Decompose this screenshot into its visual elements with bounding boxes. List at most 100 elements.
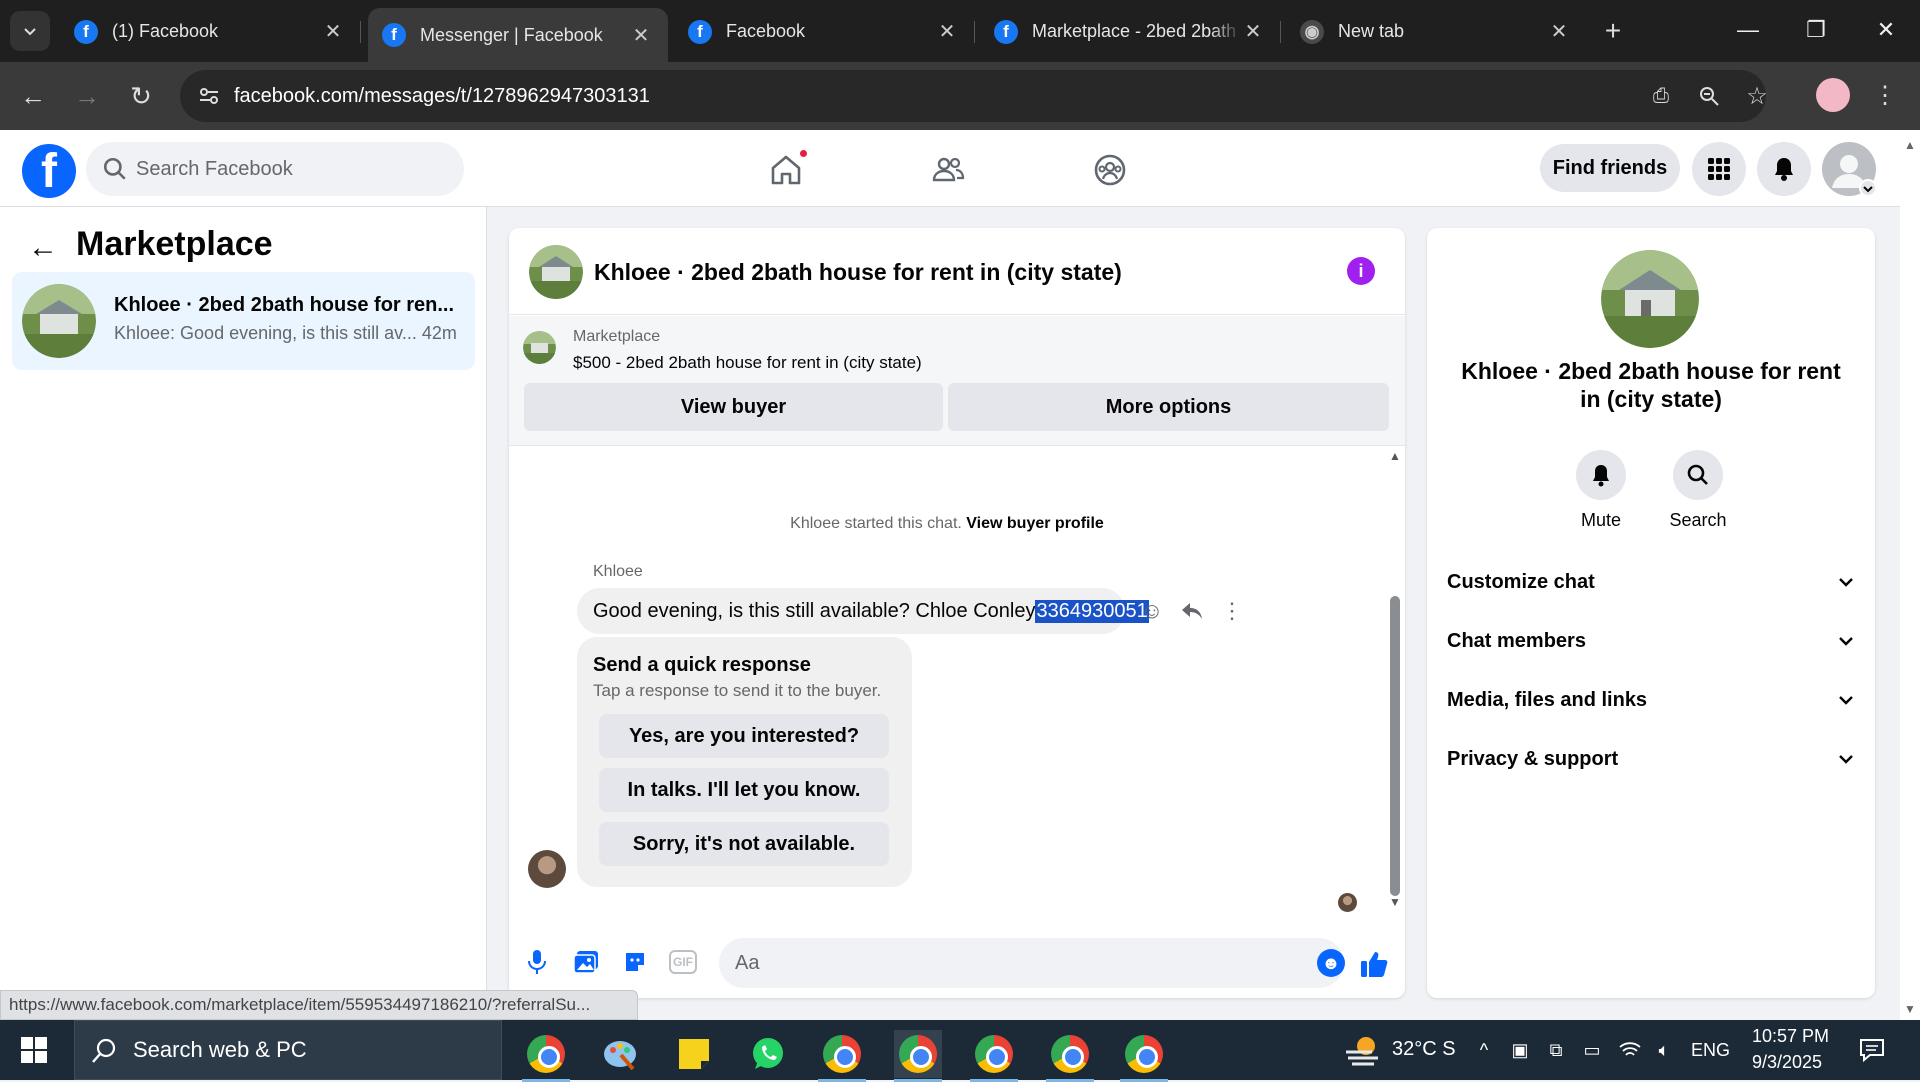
tab-separator xyxy=(360,21,361,43)
notification-center-icon[interactable] xyxy=(1858,1036,1886,1064)
microphone-icon[interactable] xyxy=(522,947,552,977)
more-actions-icon[interactable]: ⋮ xyxy=(1219,598,1245,624)
groups-icon[interactable] xyxy=(1088,148,1132,192)
browser-menu-icon[interactable]: ⋮ xyxy=(1870,80,1900,110)
back-button[interactable]: ← xyxy=(14,77,52,115)
sticker-icon[interactable] xyxy=(620,947,650,977)
taskbar-whatsapp-app[interactable] xyxy=(744,1030,792,1078)
browser-tab[interactable]: f Facebook ✕ xyxy=(674,9,975,54)
taskbar-paint-app[interactable] xyxy=(596,1030,644,1078)
facebook-search-input[interactable]: Search Facebook xyxy=(86,142,464,196)
taskbar-sticky-notes-app[interactable] xyxy=(670,1030,718,1078)
scroll-down-arrow-icon[interactable]: ▼ xyxy=(1904,1002,1916,1016)
facebook-logo[interactable]: f xyxy=(22,144,76,198)
chat-avatar[interactable] xyxy=(529,245,583,299)
message-bubble[interactable]: Good evening, is this still available? C… xyxy=(577,588,1149,634)
weather-icon[interactable] xyxy=(1344,1032,1384,1068)
gif-icon[interactable]: GIF xyxy=(669,950,697,974)
bookmark-star-icon[interactable]: ☆ xyxy=(1742,82,1772,110)
account-avatar[interactable] xyxy=(1822,142,1877,197)
close-icon[interactable]: ✕ xyxy=(936,21,958,43)
clock-date[interactable]: 9/3/2025 xyxy=(1752,1052,1822,1073)
chat-members-row[interactable]: Chat members xyxy=(1447,621,1857,661)
scroll-up-arrow-icon[interactable]: ▲ xyxy=(1904,138,1916,152)
browser-tab-strip: f (1) Facebook ✕ f Messenger | Facebook … xyxy=(0,0,1920,62)
reply-icon[interactable] xyxy=(1179,598,1205,624)
quick-response-button[interactable]: In talks. I'll let you know. xyxy=(599,768,889,812)
more-options-button[interactable]: More options xyxy=(948,383,1389,431)
info-icon[interactable]: i xyxy=(1347,257,1375,285)
close-icon[interactable]: ✕ xyxy=(322,21,344,43)
taskbar-chrome-profile-app[interactable] xyxy=(818,1030,866,1082)
react-emoji-icon[interactable]: ☺ xyxy=(1139,598,1165,624)
close-icon[interactable]: ✕ xyxy=(630,24,652,47)
input-language[interactable]: ENG xyxy=(1691,1040,1730,1061)
selected-phone-number[interactable]: 3364930051 xyxy=(1035,599,1149,623)
minimize-button[interactable]: — xyxy=(1728,10,1768,50)
photo-icon[interactable] xyxy=(571,947,601,977)
conversation-item[interactable]: Khloee · 2bed 2bath house for ren... Khl… xyxy=(12,272,475,370)
browser-tab[interactable]: f (1) Facebook ✕ xyxy=(60,9,361,54)
weather-temperature[interactable]: 32°C S xyxy=(1392,1038,1456,1061)
find-friends-button[interactable]: Find friends xyxy=(1540,144,1680,192)
quick-response-button[interactable]: Yes, are you interested? xyxy=(599,714,889,758)
privacy-support-row[interactable]: Privacy & support xyxy=(1447,739,1857,779)
volume-icon[interactable]: 🔈︎ xyxy=(1652,1038,1676,1062)
view-buyer-button[interactable]: View buyer xyxy=(524,383,943,431)
notifications-bell-icon[interactable] xyxy=(1757,142,1811,196)
page-scrollbar[interactable]: ▲ ▼ xyxy=(1900,130,1920,1020)
taskbar-chrome-profile-app[interactable] xyxy=(1046,1030,1094,1082)
new-tab-button[interactable]: + xyxy=(1598,15,1628,46)
close-window-button[interactable]: ✕ xyxy=(1866,10,1906,50)
address-bar[interactable]: facebook.com/messages/t/1278962947303131… xyxy=(180,70,1768,122)
zoom-icon[interactable] xyxy=(1694,82,1724,110)
customize-chat-row[interactable]: Customize chat xyxy=(1447,562,1857,602)
cast-icon[interactable]: ⧉ xyxy=(1544,1038,1568,1062)
meet-now-icon[interactable]: ▣ xyxy=(1508,1038,1532,1062)
tab-title: (1) Facebook xyxy=(112,21,219,41)
chevron-up-icon[interactable]: ^ xyxy=(1472,1038,1496,1062)
menu-grid-icon[interactable] xyxy=(1692,142,1746,196)
search-in-chat-button[interactable]: Search xyxy=(1668,450,1728,531)
tab-search-button[interactable] xyxy=(10,11,50,51)
chat-title[interactable]: Khloee · 2bed 2bath house for rent in (c… xyxy=(594,259,1122,286)
emoji-icon[interactable]: ☻ xyxy=(1317,949,1345,977)
scrollbar-thumb[interactable] xyxy=(1390,596,1400,896)
reload-button[interactable]: ↻ xyxy=(122,77,160,115)
forward-button[interactable]: → xyxy=(68,77,106,115)
scroll-down-arrow-icon[interactable]: ▼ xyxy=(1389,895,1401,909)
chat-info-avatar[interactable] xyxy=(1601,250,1699,348)
mute-button[interactable]: Mute xyxy=(1571,450,1631,531)
browser-tab[interactable]: ◉ New tab ✕ xyxy=(1286,9,1586,54)
close-icon[interactable]: ✕ xyxy=(1548,21,1570,43)
media-files-links-row[interactable]: Media, files and links xyxy=(1447,680,1857,720)
site-info-icon[interactable] xyxy=(196,83,222,109)
friends-icon[interactable] xyxy=(926,148,970,192)
windows-start-icon[interactable] xyxy=(20,1036,48,1064)
message-input[interactable]: Aa ☻ xyxy=(719,938,1345,988)
restore-button[interactable]: ❐ xyxy=(1796,10,1836,50)
browser-tab-active[interactable]: f Messenger | Facebook ✕ xyxy=(368,8,668,62)
taskbar-chrome-profile-app[interactable] xyxy=(1120,1030,1168,1082)
battery-icon[interactable]: ▭ xyxy=(1580,1038,1604,1062)
view-buyer-profile-link[interactable]: View buyer profile xyxy=(966,515,1104,532)
wifi-icon[interactable] xyxy=(1618,1038,1642,1062)
quick-response-button[interactable]: Sorry, it's not available. xyxy=(599,822,889,866)
listing-price-title[interactable]: $500 - 2bed 2bath house for rent in (cit… xyxy=(573,353,922,373)
taskbar-chrome-profile-app-active[interactable] xyxy=(894,1030,942,1082)
chrome-icon xyxy=(1125,1035,1163,1073)
taskbar-search-box[interactable]: Search web & PC xyxy=(74,1020,502,1080)
close-icon[interactable]: ✕ xyxy=(1242,21,1264,43)
clock-time[interactable]: 10:57 PM xyxy=(1752,1026,1829,1047)
taskbar-chrome-profile-app[interactable] xyxy=(970,1030,1018,1082)
scroll-up-arrow-icon[interactable]: ▲ xyxy=(1389,449,1401,463)
thumbs-up-icon[interactable] xyxy=(1358,948,1390,980)
sender-avatar[interactable] xyxy=(528,850,566,888)
browser-tab[interactable]: f Marketplace - 2bed 2bath house for ren… xyxy=(980,9,1281,54)
browser-profile-avatar[interactable] xyxy=(1816,78,1850,112)
chat-scrollbar[interactable]: ▲ ▼ xyxy=(1385,446,1405,916)
install-app-icon[interactable]: ⎙ xyxy=(1646,82,1676,110)
back-arrow-icon[interactable]: ← xyxy=(26,231,60,265)
input-placeholder: Aa xyxy=(735,951,760,974)
taskbar-chrome-app[interactable] xyxy=(522,1030,570,1082)
